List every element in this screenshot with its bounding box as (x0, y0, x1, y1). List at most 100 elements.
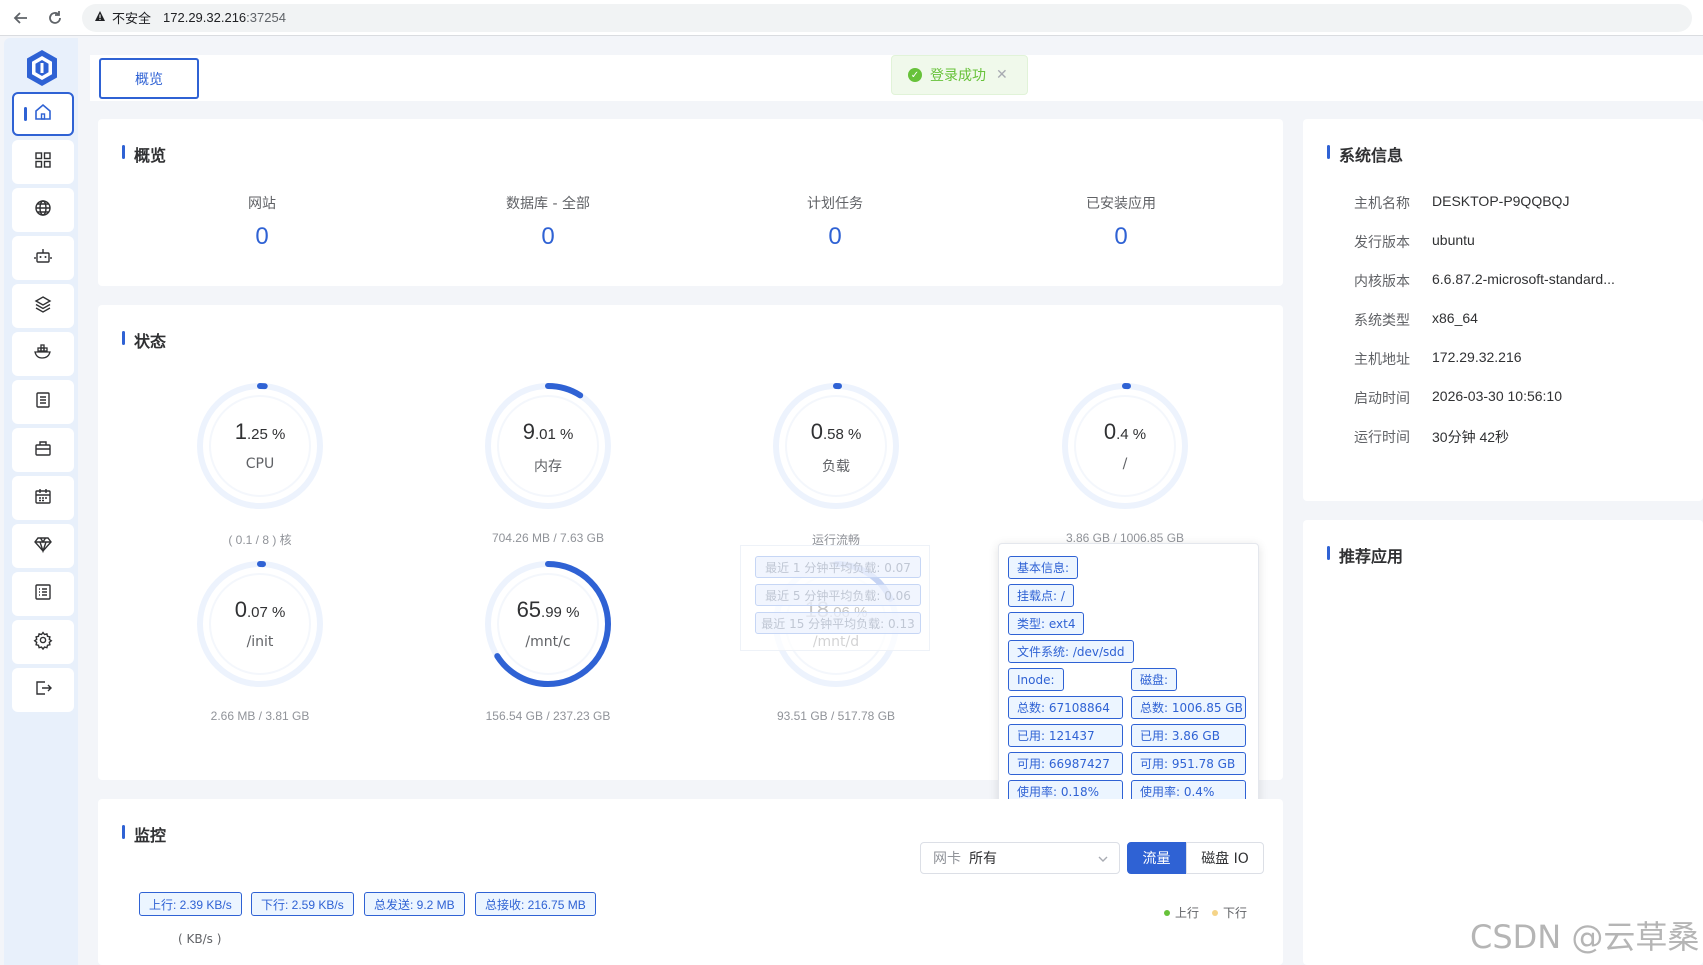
inode-total: 总数: 67108864 (1008, 696, 1123, 719)
inode-used: 已用: 121437 (1008, 724, 1123, 747)
gauge-value-unit: % (1128, 426, 1147, 443)
total-received-tag: 总接收: 216.75 MB (475, 892, 596, 916)
disk-type: 类型: ext4 (1008, 612, 1085, 635)
gauge-detail: 2.66 MB / 3.81 GB (210, 709, 310, 723)
status-gauge[interactable]: 0.4 % / (1055, 376, 1195, 516)
legend-dot (1164, 909, 1170, 916)
warning-icon (94, 10, 106, 25)
legend-download[interactable]: 下行 (1212, 904, 1247, 921)
sidebar-item-toolbox[interactable] (12, 428, 74, 472)
disk-info-popover: 基本信息: 挂载点: / 类型: ext4 文件系统: /dev/sdd Ino… (998, 543, 1259, 817)
overview-value[interactable]: 0 (735, 223, 935, 251)
log-list-icon (33, 582, 53, 606)
overview-label: 网站 (248, 196, 276, 212)
sidebar-item-containers[interactable] (12, 284, 74, 328)
sysinfo-value: DESKTOP-P9QQBQJ (1432, 193, 1570, 209)
gauge-value-unit: % (843, 426, 862, 443)
sidebar-item-ai[interactable] (12, 236, 74, 280)
sysinfo-value: x86_64 (1432, 310, 1478, 326)
overview-websites[interactable]: 网站 0 (162, 193, 362, 251)
disk-basic-info: 基本信息: (1008, 556, 1079, 579)
sysinfo-value: 30分钟 42秒 (1432, 429, 1510, 445)
status-gauge[interactable]: 9.01 % 内存 (478, 376, 618, 516)
gauge-label: / (1122, 456, 1128, 472)
gauge-value-int: 9 (522, 419, 535, 444)
gauge-detail: 156.54 GB / 237.23 GB (485, 709, 611, 723)
overview-value[interactable]: 0 (162, 223, 362, 251)
gauge-ring (773, 383, 899, 509)
toast-text: 登录成功 (930, 68, 986, 84)
close-icon[interactable]: ✕ (996, 67, 1008, 83)
apps-grid-icon (33, 150, 53, 174)
gauge-ring (485, 383, 611, 509)
overview-title: 概览 (122, 142, 166, 166)
layers-icon (33, 294, 53, 318)
url-host: 172.29.32.216 (163, 10, 247, 25)
gauge-label: /mnt/c (525, 634, 571, 650)
gauge-value-dec: .58 (822, 426, 844, 443)
gauge-value-unit: % (267, 426, 286, 443)
reload-icon[interactable] (42, 5, 68, 31)
address-bar[interactable]: 不安全 172.29.32.216:37254 (82, 3, 1692, 32)
disk-total: 总数: 1006.85 GB (1131, 696, 1246, 719)
logout-icon (33, 678, 53, 702)
calendar-icon (33, 486, 53, 510)
sysinfo-key: 主机地址 (1354, 352, 1410, 368)
status-gauge[interactable]: 0.58 % 负载 (766, 376, 906, 516)
overview-value[interactable]: 0 (448, 223, 648, 251)
insecure-label[interactable]: 不安全 (112, 8, 151, 27)
disk-io-toggle-button[interactable]: 磁盘 IO (1186, 842, 1264, 874)
legend-label: 上行 (1175, 906, 1200, 920)
gauge-ring (197, 383, 323, 509)
url-port: :37254 (246, 10, 286, 25)
gauge-label: /init (246, 634, 274, 650)
nic-select-prefix: 网卡 (933, 851, 961, 867)
inode-free: 可用: 66987427 (1008, 752, 1123, 775)
gauge-value-unit: % (561, 604, 580, 621)
sidebar-item-home[interactable] (12, 92, 74, 136)
gauge-ring (485, 561, 611, 687)
gauge-value-unit: % (555, 426, 574, 443)
overview-value[interactable]: 0 (1021, 223, 1221, 251)
overview-card: 概览 网站 0 数据库 - 全部 0 计划任务 0 已安装应用 0 (98, 119, 1283, 286)
back-arrow-icon[interactable] (8, 5, 34, 31)
sysinfo-key: 系统类型 (1354, 313, 1410, 329)
sidebar-item-websites[interactable] (12, 188, 74, 232)
tab-overview[interactable]: 概览 (99, 58, 199, 99)
sysinfo-value: 172.29.32.216 (1432, 349, 1522, 365)
status-gauge[interactable]: 1.25 % CPU (190, 376, 330, 516)
sidebar-item-settings[interactable] (12, 620, 74, 664)
csdn-watermark: CSDN @云草桑 (1470, 918, 1700, 956)
sysinfo-value: ubuntu (1432, 232, 1475, 248)
login-success-toast: ✓ 登录成功 ✕ (891, 55, 1028, 95)
system-info-card: 系统信息 主机名称 DESKTOP-P9QQBQJ 发行版本 ubuntu 内核版本… (1303, 119, 1703, 501)
sidebar (4, 38, 78, 965)
gauge-detail: 704.26 MB / 7.63 GB (491, 531, 605, 545)
sidebar-item-logout[interactable] (12, 668, 74, 712)
sidebar-item-database[interactable] (12, 380, 74, 424)
traffic-toggle-button[interactable]: 流量 (1127, 842, 1186, 874)
chart-unit-label: ( KB/s ) (178, 932, 222, 946)
sidebar-item-docker[interactable] (12, 332, 74, 376)
status-gauge[interactable]: 0.07 % /init (190, 554, 330, 694)
overview-cron-jobs[interactable]: 计划任务 0 (735, 193, 935, 251)
sidebar-item-cron[interactable] (12, 476, 74, 520)
diamond-icon (33, 534, 53, 558)
load-tooltip: 最近 1 分钟平均负载: 0.07 最近 5 分钟平均负载: 0.06 最近 1… (740, 545, 930, 651)
overview-databases[interactable]: 数据库 - 全部 0 (448, 193, 648, 251)
disk-used: 已用: 3.86 GB (1131, 724, 1246, 747)
gauge-value-int: 65 (516, 597, 542, 622)
sidebar-item-logs[interactable] (12, 572, 74, 616)
legend-label: 下行 (1223, 906, 1248, 920)
sidebar-item-pro[interactable] (12, 524, 74, 568)
sysinfo-key: 发行版本 (1354, 235, 1410, 251)
legend-upload[interactable]: 上行 (1164, 904, 1199, 921)
nic-select[interactable]: 网卡 所有 (920, 842, 1120, 874)
overview-installed-apps[interactable]: 已安装应用 0 (1021, 193, 1221, 251)
disk-filesystem: 文件系统: /dev/sdd (1008, 640, 1134, 663)
sidebar-item-apps[interactable] (12, 140, 74, 184)
status-gauge[interactable]: 65.99 % /mnt/c (478, 554, 618, 694)
legend-dot (1212, 909, 1218, 916)
app-logo-icon[interactable] (24, 48, 60, 88)
overview-label: 已安装应用 (1086, 196, 1156, 212)
